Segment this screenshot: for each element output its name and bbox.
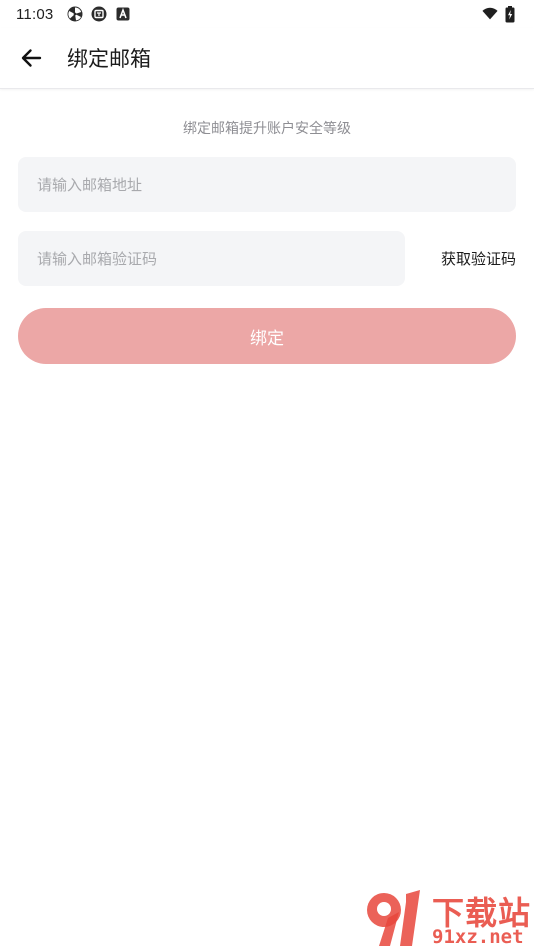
a-badge-icon [115, 6, 131, 22]
back-button[interactable] [12, 39, 50, 77]
bind-button-label: 绑定 [250, 328, 284, 349]
email-field[interactable] [18, 157, 516, 212]
status-notification-icons [67, 6, 131, 22]
get-code-button[interactable]: 获取验证码 [420, 231, 516, 286]
verification-code-input[interactable] [37, 249, 405, 268]
watermark-bottom-text: 91xz.net [432, 926, 524, 948]
battery-icon [502, 5, 518, 22]
wifi-icon [482, 6, 498, 22]
verification-code-field[interactable] [18, 231, 405, 286]
page-title: 绑定邮箱 [67, 47, 151, 71]
email-input[interactable] [37, 175, 516, 194]
arrow-left-icon [21, 49, 42, 67]
status-left: 11:03 [16, 6, 131, 23]
status-time: 11:03 [16, 5, 54, 23]
screen: 11:03 绑定邮箱 绑定邮箱提升账户安全等级 请输入邮箱地址 请输入邮箱验证码… [0, 0, 534, 950]
status-bar: 11:03 [0, 0, 534, 28]
pinwheel-icon [67, 6, 83, 22]
bind-button[interactable]: 绑定 [18, 308, 516, 364]
app-badge-icon [91, 6, 107, 22]
status-right [482, 5, 518, 22]
app-bar: 绑定邮箱 [0, 28, 534, 89]
security-hint: 绑定邮箱提升账户安全等级 [183, 121, 351, 137]
watermark: 下载站 91xz.net [362, 888, 534, 950]
